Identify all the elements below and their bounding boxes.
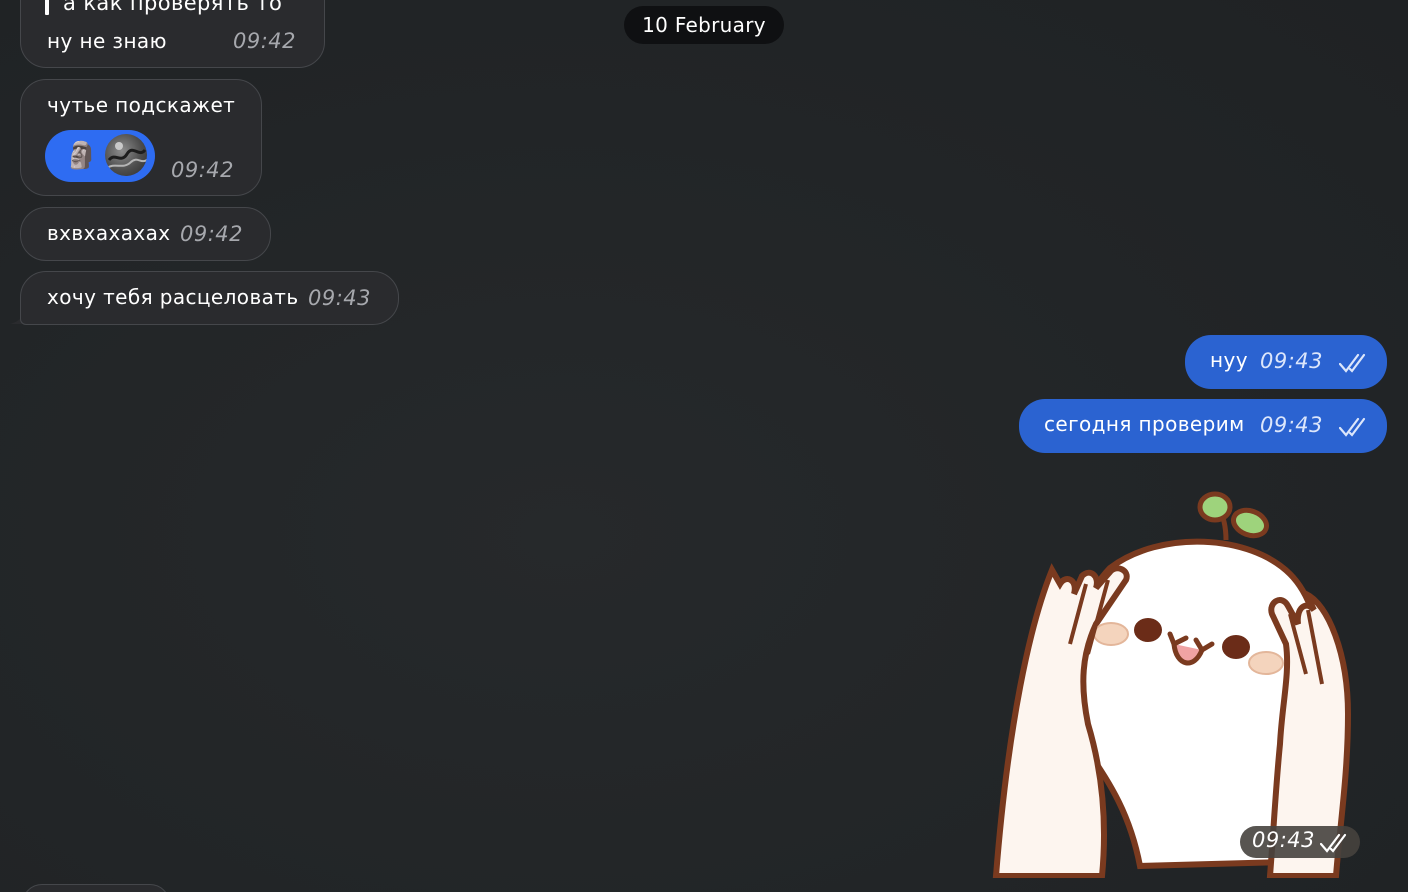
reply-quote-text[interactable]: а как проверять то: [63, 0, 282, 15]
message-time: 09:42: [180, 222, 244, 246]
sticker-time-badge: 09:43: [1240, 826, 1360, 858]
reply-quote-bar: [45, 0, 49, 15]
message-time: 09:43: [1260, 349, 1324, 373]
message-text: чутье подскажет: [47, 93, 236, 117]
message-time: 09:42: [171, 158, 235, 182]
double-check-icon: [1320, 833, 1347, 853]
avatar: [105, 134, 147, 176]
message-time: 09:43: [1252, 828, 1316, 852]
incoming-message[interactable]: вхвхахахах 09:42: [20, 207, 271, 261]
incoming-message[interactable]: а как проверять то ну не знаю 09:42: [20, 0, 325, 68]
message-text: ну не знаю: [47, 29, 167, 53]
message-text: хочу тебя расцеловать: [47, 285, 299, 309]
reaction-chip[interactable]: 🗿: [45, 130, 155, 182]
message-text: нуу: [1210, 348, 1248, 372]
message-time: 09:42: [233, 29, 297, 53]
message-time: 09:43: [308, 286, 372, 310]
outgoing-message[interactable]: нуу 09:43: [1185, 335, 1387, 389]
message-text: вхвхахахах: [47, 221, 171, 245]
chat-area[interactable]: 10 February а как проверять то ну не зна…: [0, 0, 1408, 892]
message-text: сегодня проверим: [1044, 412, 1245, 436]
outgoing-message[interactable]: сегодня проверим 09:43: [1019, 399, 1387, 453]
date-separator: 10 February: [624, 6, 784, 44]
incoming-message[interactable]: чутье подскажет 🗿 09:42: [20, 79, 262, 196]
message-time: 09:43: [1260, 413, 1324, 437]
double-check-icon: [1339, 417, 1366, 437]
covering-face-sprout-sticker[interactable]: [990, 484, 1370, 878]
double-check-icon: [1339, 353, 1366, 373]
incoming-message[interactable]: хочу тебя расцеловать 09:43: [20, 271, 399, 325]
incoming-message[interactable]: [22, 884, 170, 892]
moai-icon: 🗿: [65, 141, 98, 171]
